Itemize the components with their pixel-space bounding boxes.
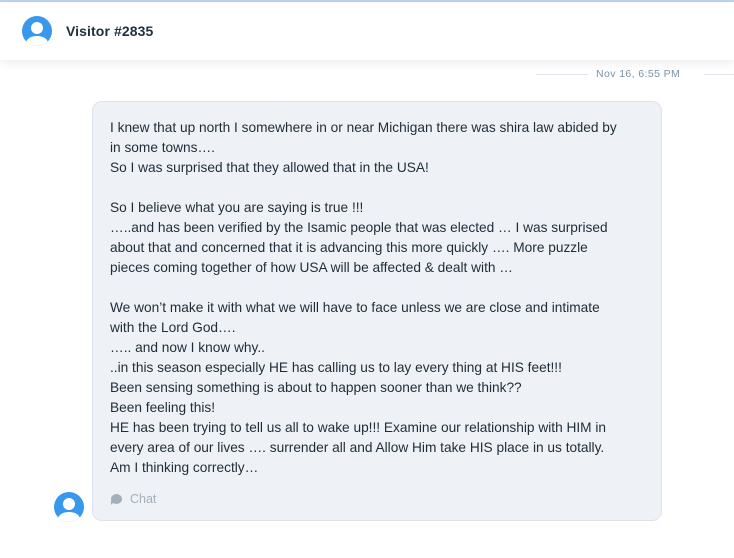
message-timestamp: Nov 16, 6:55 PM xyxy=(596,68,681,80)
channel-indicator: Chat xyxy=(111,492,156,506)
user-avatar-icon xyxy=(31,22,43,34)
divider-line-right xyxy=(704,74,734,75)
message-line: So I was surprised that they allowed tha… xyxy=(110,160,429,175)
message-line: every area of our lives …. surrender all… xyxy=(110,440,605,455)
timestamp-divider: Nov 16, 6:55 PM xyxy=(536,67,734,81)
message-line xyxy=(110,278,655,298)
message-line: ..in this season especially HE has calli… xyxy=(110,360,562,375)
channel-label: Chat xyxy=(130,492,157,506)
message-line: Been sensing something is about to happe… xyxy=(110,380,522,395)
message-text: I knew that up north I somewhere in or n… xyxy=(110,118,655,478)
chat-bubble-icon xyxy=(111,493,122,505)
message-bubble: I knew that up north I somewhere in or n… xyxy=(92,101,662,521)
user-avatar-icon xyxy=(63,498,75,510)
conversation-header: Visitor #2835 xyxy=(0,2,734,60)
message-line: I knew that up north I somewhere in or n… xyxy=(110,120,617,135)
message-line: Am I thinking correctly… xyxy=(110,460,259,475)
message-line: …..and has been verified by the Isamic p… xyxy=(110,220,608,235)
message-line: Been feeling this! xyxy=(110,400,216,415)
message-line: in some towns…. xyxy=(110,140,215,155)
sender-avatar xyxy=(54,492,84,522)
visitor-avatar[interactable] xyxy=(22,16,52,46)
divider-line-left xyxy=(536,74,588,75)
message-line: We won’t make it with what we will have … xyxy=(110,300,600,315)
visitor-name[interactable]: Visitor #2835 xyxy=(66,23,153,39)
message-line: with the Lord God…. xyxy=(110,320,236,335)
message-line: pieces coming together of how USA will b… xyxy=(110,260,513,275)
message-line: ….. and now I know why.. xyxy=(110,340,265,355)
message-line xyxy=(110,178,655,198)
message-line: HE has been trying to tell us all to wak… xyxy=(110,420,607,435)
message-line: about that and concerned that it is adva… xyxy=(110,240,588,255)
message-line: So I believe what you are saying is true… xyxy=(110,200,364,215)
